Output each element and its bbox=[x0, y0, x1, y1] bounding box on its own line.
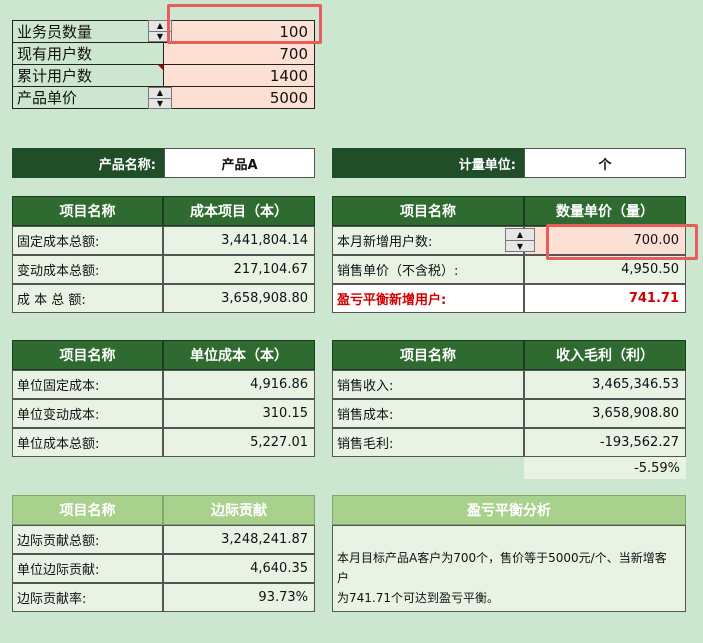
cost-row-label: 成 本 总 额: bbox=[12, 284, 163, 313]
profit-row-value: 3,465,346.53 bbox=[524, 370, 686, 399]
stepper-down-icon[interactable]: ▼ bbox=[506, 241, 534, 252]
stepper-up-icon[interactable]: ▲ bbox=[506, 229, 534, 241]
cost-header-value: 成本项目（本） bbox=[163, 196, 315, 226]
input-existing-users[interactable]: 700 bbox=[163, 42, 315, 65]
input-unit-price[interactable]: 5000 bbox=[163, 86, 315, 109]
qty-header-value: 数量单价（量） bbox=[524, 196, 686, 226]
cost-row-value: 217,104.67 bbox=[163, 255, 315, 284]
breakeven-users-label: 盈亏平衡新增用户: bbox=[332, 284, 524, 313]
margin-row-value: 4,640.35 bbox=[163, 554, 315, 583]
label-unit-price: 产品单价 bbox=[12, 86, 164, 109]
cost-header-name: 项目名称 bbox=[12, 196, 163, 226]
label-salesperson-count: 业务员数量 bbox=[12, 20, 164, 43]
stepper-up-icon[interactable]: ▲ bbox=[149, 88, 171, 99]
new-users-stepper[interactable]: ▲ ▼ bbox=[505, 228, 535, 252]
unit-cost-row-value: 4,916.86 bbox=[163, 370, 315, 399]
breakeven-users-value: 741.71 bbox=[524, 284, 686, 313]
margin-header-name: 项目名称 bbox=[12, 495, 163, 525]
unit-cost-row-label: 单位固定成本: bbox=[12, 370, 163, 399]
profit-header-name: 项目名称 bbox=[332, 340, 524, 370]
unit-cost-row-label: 单位成本总额: bbox=[12, 428, 163, 457]
qty-header-name: 项目名称 bbox=[332, 196, 524, 226]
highlight-box-salesperson bbox=[167, 4, 322, 44]
profit-row-label: 销售收入: bbox=[332, 370, 524, 399]
margin-row-label: 边际贡献率: bbox=[12, 583, 163, 612]
margin-row-label: 单位边际贡献: bbox=[12, 554, 163, 583]
unit-price-stepper[interactable]: ▲ ▼ bbox=[148, 87, 172, 109]
profit-row-value: 3,658,908.80 bbox=[524, 399, 686, 428]
profit-header-value: 收入毛利（利） bbox=[524, 340, 686, 370]
qty-row-label: 本月新增用户数: bbox=[332, 226, 524, 255]
cost-row-value: 3,658,908.80 bbox=[163, 284, 315, 313]
comment-indicator-icon bbox=[158, 65, 163, 70]
input-cumulative-users[interactable]: 1400 bbox=[163, 64, 315, 87]
unit-cost-row-value: 310.15 bbox=[163, 399, 315, 428]
cost-row-label: 固定成本总额: bbox=[12, 226, 163, 255]
analysis-line: 本月目标产品A客户为700个，售价等于5000元/个、当新增客户 bbox=[337, 551, 667, 585]
label-cumulative-users: 累计用户数 bbox=[12, 64, 164, 87]
unit-value[interactable]: 个 bbox=[524, 148, 686, 178]
gross-margin-percent: -5.59% bbox=[524, 457, 686, 479]
qty-row-label: 销售单价（不含税）: bbox=[332, 255, 524, 284]
margin-row-value: 3,248,241.87 bbox=[163, 525, 315, 554]
stepper-down-icon[interactable]: ▼ bbox=[149, 99, 171, 109]
label-existing-users: 现有用户数 bbox=[12, 42, 164, 65]
margin-header-value: 边际贡献 bbox=[163, 495, 315, 525]
product-name-value[interactable]: 产品A bbox=[164, 148, 315, 178]
product-name-label: 产品名称: bbox=[12, 148, 164, 178]
profit-row-label: 销售毛利: bbox=[332, 428, 524, 457]
unit-cost-header-name: 项目名称 bbox=[12, 340, 163, 370]
analysis-body: 本月目标产品A客户为700个，售价等于5000元/个、当新增客户 为741.71… bbox=[332, 525, 686, 612]
unit-cost-row-label: 单位变动成本: bbox=[12, 399, 163, 428]
cost-row-value: 3,441,804.14 bbox=[163, 226, 315, 255]
analysis-line: 为741.71个可达到盈亏平衡。 bbox=[337, 591, 499, 605]
margin-row-label: 边际贡献总额: bbox=[12, 525, 163, 554]
margin-row-value: 93.73% bbox=[163, 583, 315, 612]
highlight-box-new-users bbox=[546, 224, 698, 260]
profit-row-value: -193,562.27 bbox=[524, 428, 686, 457]
unit-label: 计量单位: bbox=[332, 148, 524, 178]
profit-row-label: 销售成本: bbox=[332, 399, 524, 428]
analysis-title: 盈亏平衡分析 bbox=[332, 495, 686, 525]
unit-cost-header-value: 单位成本（本） bbox=[163, 340, 315, 370]
cost-row-label: 变动成本总额: bbox=[12, 255, 163, 284]
unit-cost-row-value: 5,227.01 bbox=[163, 428, 315, 457]
